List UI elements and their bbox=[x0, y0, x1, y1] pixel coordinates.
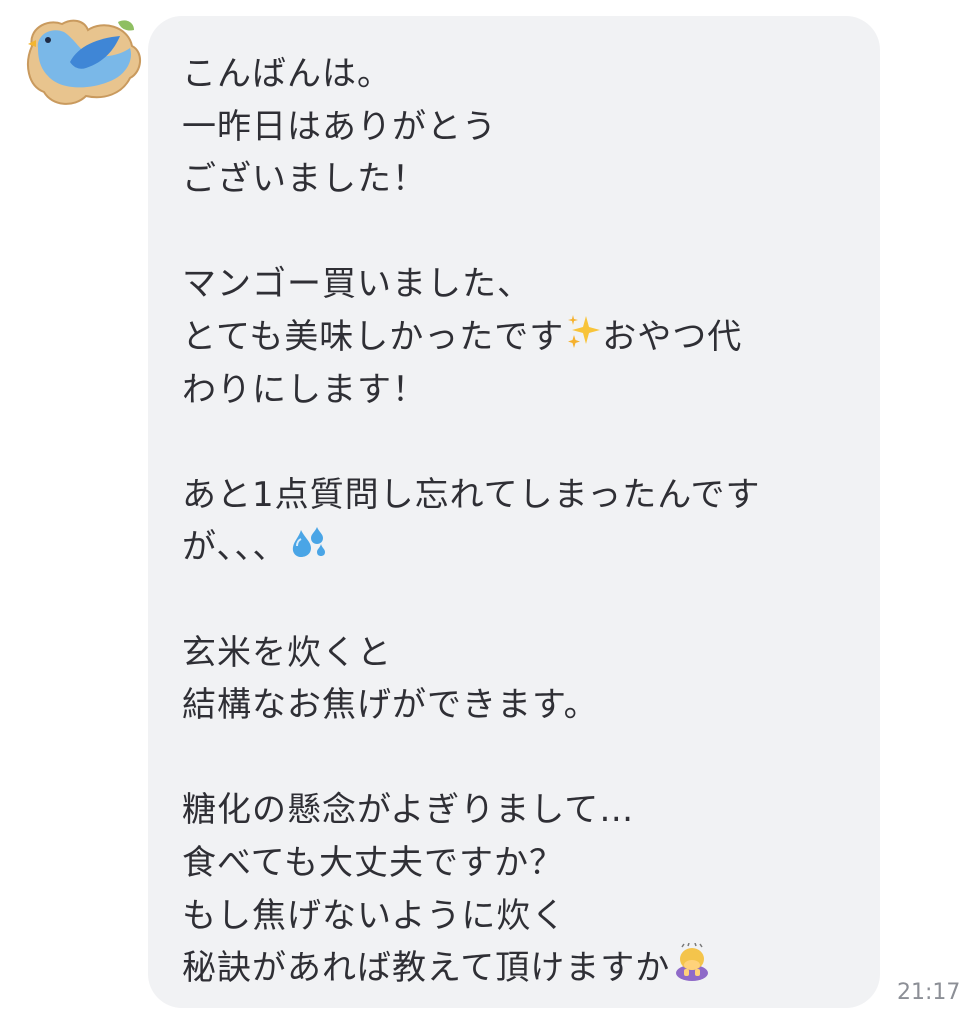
message-line: ございました！ bbox=[182, 159, 427, 200]
message-line: わりにします！ bbox=[182, 369, 427, 410]
message-timestamp: 21:17 bbox=[897, 980, 961, 1005]
message-line bbox=[182, 206, 860, 259]
message-line bbox=[182, 732, 860, 785]
message-line bbox=[182, 574, 860, 627]
bowing-woman-emoji bbox=[672, 942, 712, 997]
sweat-droplets-emoji bbox=[289, 523, 329, 576]
message-line-with-emoji: とても美味しかったです おやつ代 bbox=[182, 311, 860, 364]
message-line-with-emoji: が、、、 bbox=[182, 521, 860, 574]
chat-message-row: こんばんは。 一昨日はありがとう ございました！ マンゴー買いました、 とても美… bbox=[0, 0, 975, 1024]
sparkles-emoji bbox=[566, 312, 602, 365]
blue-bird-icon bbox=[27, 19, 141, 105]
message-line: 玄米を炊くと bbox=[182, 632, 392, 673]
message-line: 一昨日はありがとう bbox=[182, 106, 497, 147]
message-text: とても美味しかったです bbox=[182, 316, 565, 357]
message-text: が、、、 bbox=[182, 527, 288, 568]
message-bubble[interactable]: こんばんは。 一昨日はありがとう ございました！ マンゴー買いました、 とても美… bbox=[148, 16, 880, 1008]
message-line: 糖化の懸念がよぎりまして… bbox=[182, 790, 635, 831]
message-line: 食べても大丈夫ですか？ bbox=[182, 842, 564, 883]
sender-avatar[interactable] bbox=[22, 16, 144, 110]
message-line-with-emoji: 秘訣があれば教えて頂けますか bbox=[182, 942, 860, 995]
message-line: あと1点質問し忘れてしまったんです bbox=[182, 474, 761, 515]
message-line: もし焦げないように炊く bbox=[182, 895, 567, 936]
message-text: おやつ代 bbox=[602, 316, 743, 357]
message-line: マンゴー買いました、 bbox=[182, 264, 532, 305]
message-line bbox=[182, 416, 860, 469]
message-line: 結構なお焦げができます。 bbox=[182, 685, 599, 726]
message-line: こんばんは。 bbox=[182, 54, 392, 94]
message-text: 秘訣があれば教えて頂けますか bbox=[182, 948, 671, 989]
